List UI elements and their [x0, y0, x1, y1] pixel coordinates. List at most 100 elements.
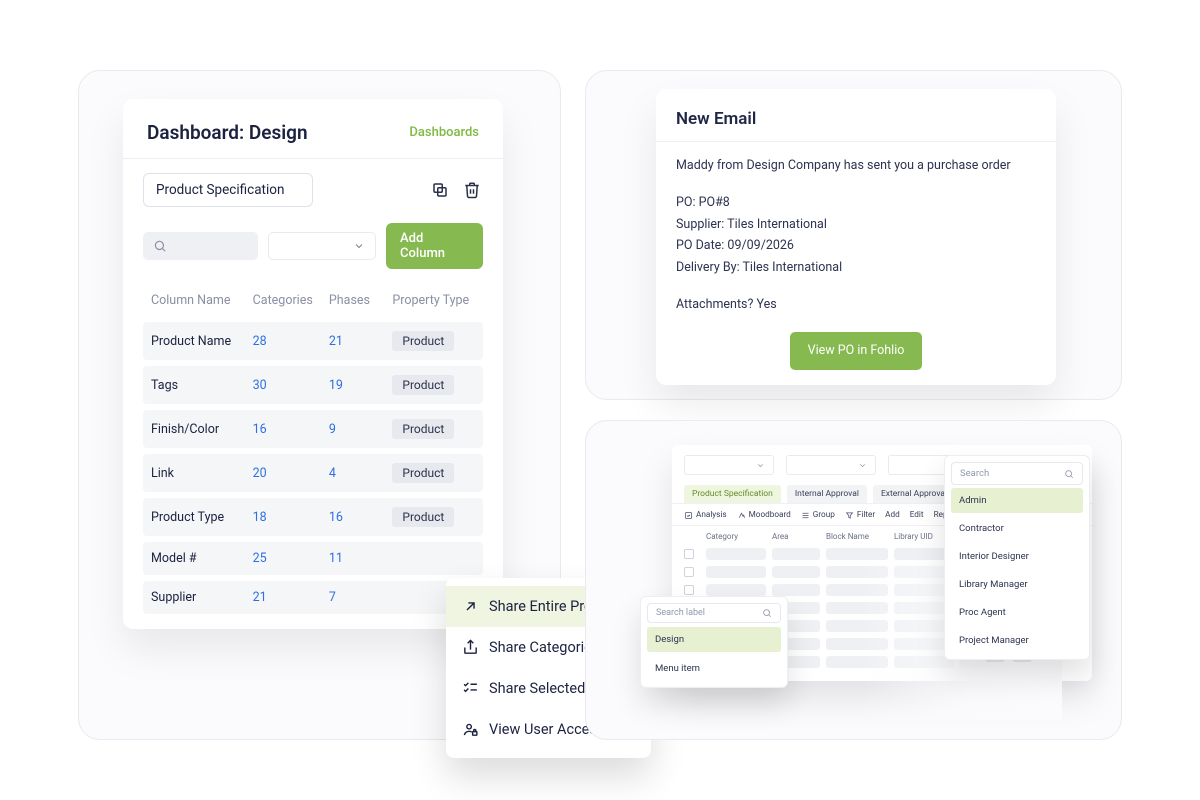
- role-search-input[interactable]: Search: [951, 462, 1083, 485]
- checklist-icon: [462, 680, 479, 697]
- tab-external-approval[interactable]: External Approval: [873, 485, 955, 503]
- role-option-admin[interactable]: Admin: [951, 488, 1083, 513]
- table-row: Product Name 28 21 Product: [143, 322, 483, 360]
- row-phases-link[interactable]: 4: [329, 466, 393, 481]
- email-supplier: Supplier: Tiles International: [676, 215, 1036, 234]
- email-date: PO Date: 09/09/2026: [676, 236, 1036, 255]
- role-option-project-manager[interactable]: Project Manager: [951, 628, 1083, 653]
- dashboard-toolbar: Product Specification: [123, 159, 503, 217]
- row-name: Model #: [151, 551, 253, 566]
- divider: [656, 141, 1056, 142]
- dashboard-title: Dashboard: Design: [147, 121, 308, 144]
- label-option-design[interactable]: Design: [647, 627, 781, 652]
- table-row: Product Type 18 16 Product: [143, 498, 483, 536]
- dashboards-link[interactable]: Dashboards: [409, 125, 479, 140]
- row-checkbox[interactable]: [684, 549, 694, 559]
- row-categories-link[interactable]: 18: [253, 510, 329, 525]
- view-dropdown[interactable]: Product Specification: [143, 173, 313, 207]
- email-title: New Email: [656, 109, 1056, 141]
- email-attachments: Attachments? Yes: [676, 295, 1036, 314]
- row-categories-link[interactable]: 28: [253, 334, 329, 349]
- row-phases-link[interactable]: 9: [329, 422, 393, 437]
- view-dropdown-label: Product Specification: [156, 182, 284, 198]
- row-categories-link[interactable]: 30: [253, 378, 329, 393]
- copy-icon[interactable]: [429, 179, 451, 201]
- col-header-property-type: Property Type: [392, 293, 475, 308]
- table-row: Supplier 21 7: [143, 581, 483, 614]
- email-intro: Maddy from Design Company has sent you a…: [676, 156, 1036, 175]
- property-chip: Product: [392, 463, 454, 483]
- table-row: Finish/Color 16 9 Product: [143, 410, 483, 448]
- row-phases-link[interactable]: 7: [329, 590, 393, 605]
- row-name: Product Name: [151, 334, 253, 349]
- tab-internal-approval[interactable]: Internal Approval: [787, 485, 867, 503]
- search-icon: [762, 608, 772, 618]
- row-name: Tags: [151, 378, 253, 393]
- row-categories-link[interactable]: 25: [253, 551, 329, 566]
- row-phases-link[interactable]: 19: [329, 378, 393, 393]
- ribbon-filter[interactable]: Filter: [845, 510, 875, 520]
- col-header-name: Column Name: [151, 293, 253, 308]
- share-out-icon: [462, 639, 479, 656]
- ribbon-moodboard[interactable]: Moodboard: [737, 510, 791, 520]
- row-name: Link: [151, 466, 253, 481]
- dashboard-panel: Dashboard: Design Dashboards Product Spe…: [78, 70, 561, 740]
- table-row: Tags 30 19 Product: [143, 366, 483, 404]
- role-option-library-manager[interactable]: Library Manager: [951, 572, 1083, 597]
- col-header-phases: Phases: [329, 293, 393, 308]
- row-categories-link[interactable]: 21: [253, 590, 329, 605]
- role-option-contractor[interactable]: Contractor: [951, 516, 1083, 541]
- dashboard-card: Dashboard: Design Dashboards Product Spe…: [123, 99, 503, 629]
- email-panel: New Email Maddy from Design Company has …: [585, 70, 1122, 400]
- dashboard-filter-row: Add Column: [123, 217, 503, 281]
- role-search-placeholder: Search: [960, 468, 989, 479]
- search-icon: [1064, 469, 1074, 479]
- label-search-placeholder: Search label: [656, 608, 705, 618]
- ribbon-edit[interactable]: Edit: [910, 510, 924, 520]
- trash-icon[interactable]: [461, 179, 483, 201]
- grid-panel: Product Specification Internal Approval …: [585, 420, 1122, 740]
- grid-col-category: Category: [706, 532, 766, 541]
- email-body: Maddy from Design Company has sent you a…: [656, 156, 1056, 370]
- row-checkbox[interactable]: [684, 567, 694, 577]
- label-search-input[interactable]: Search label: [647, 603, 781, 623]
- row-name: Finish/Color: [151, 422, 253, 437]
- property-chip: Product: [392, 375, 454, 395]
- role-option-interior-designer[interactable]: Interior Designer: [951, 544, 1083, 569]
- row-phases-link[interactable]: 21: [329, 334, 393, 349]
- row-categories-link[interactable]: 16: [253, 422, 329, 437]
- mini-dropdown[interactable]: [786, 455, 876, 475]
- row-name: Supplier: [151, 590, 253, 605]
- role-option-proc-agent[interactable]: Proc Agent: [951, 600, 1083, 625]
- user-lock-icon: [462, 721, 479, 738]
- search-input[interactable]: [143, 232, 258, 260]
- table-row: Model # 25 11: [143, 542, 483, 575]
- row-categories-link[interactable]: 20: [253, 466, 329, 481]
- view-po-button[interactable]: View PO in Fohlio: [790, 332, 923, 369]
- ribbon-analysis[interactable]: Analysis: [684, 510, 727, 520]
- label-option-menu-item[interactable]: Menu item: [647, 656, 781, 681]
- group-icon: [801, 511, 810, 520]
- grid-col-block-name: Block Name: [826, 532, 888, 541]
- dashboard-header: Dashboard: Design Dashboards: [123, 99, 503, 159]
- add-column-button[interactable]: Add Column: [386, 223, 483, 269]
- row-phases-link[interactable]: 11: [329, 551, 393, 566]
- table-header-row: Column Name Categories Phases Property T…: [143, 285, 483, 316]
- property-chip: Product: [392, 419, 454, 439]
- ribbon-group[interactable]: Group: [801, 510, 835, 520]
- share-item-label: Share Categories: [489, 639, 599, 656]
- row-checkbox[interactable]: [684, 585, 694, 595]
- label-popover: Search label Design Menu item: [640, 596, 788, 688]
- row-phases-link[interactable]: 16: [329, 510, 393, 525]
- role-popover: Search Admin Contractor Interior Designe…: [944, 455, 1090, 660]
- table-row: Link 20 4 Product: [143, 454, 483, 492]
- property-chip: Product: [392, 331, 454, 351]
- mini-dropdown[interactable]: [684, 455, 774, 475]
- moodboard-icon: [737, 511, 746, 520]
- ribbon-add[interactable]: Add: [885, 510, 900, 520]
- columns-table: Column Name Categories Phases Property T…: [123, 281, 503, 614]
- filter-dropdown[interactable]: [268, 232, 376, 260]
- analysis-icon: [684, 511, 693, 520]
- col-header-categories: Categories: [253, 293, 329, 308]
- tab-product-specification[interactable]: Product Specification: [684, 485, 781, 503]
